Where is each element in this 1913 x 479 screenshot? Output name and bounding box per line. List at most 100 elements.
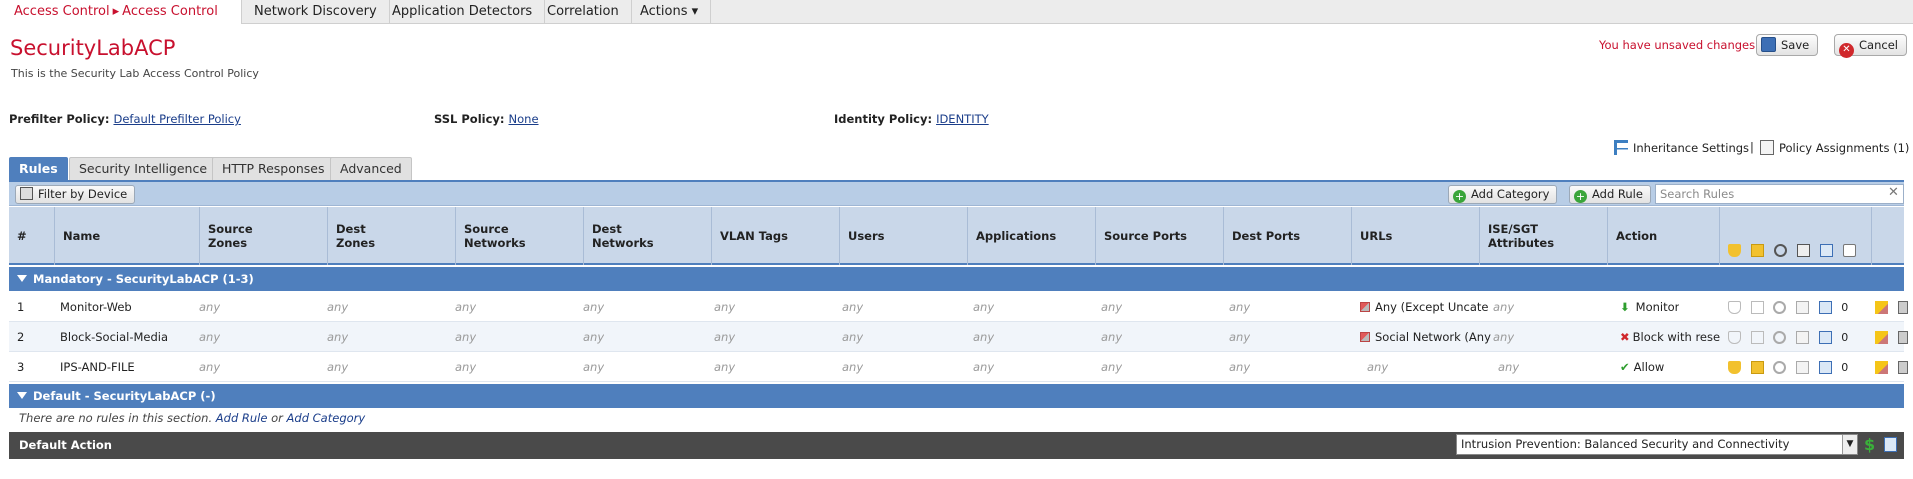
safe-search-icon[interactable] <box>1773 301 1787 314</box>
assignment-icon <box>1760 140 1774 155</box>
col-dest-ports: Dest Ports <box>1224 207 1352 265</box>
tab-http-responses[interactable]: HTTP Responses <box>212 157 335 180</box>
col-users: Users <box>840 207 968 265</box>
ssl-policy-link[interactable]: None <box>509 112 539 126</box>
col-source-zones: Source Zones <box>200 207 328 265</box>
header-option-icons <box>1728 243 1862 257</box>
col-urls: URLs <box>1352 207 1480 265</box>
file-policy-icon[interactable] <box>1750 331 1764 344</box>
variable-set-icon[interactable] <box>1795 361 1809 374</box>
col-vlan-tags: VLAN Tags <box>712 207 840 265</box>
url-category-icon <box>1360 332 1370 342</box>
default-action-select[interactable]: Intrusion Prevention: Balanced Security … <box>1456 434 1858 455</box>
cancel-button[interactable]: ✕ Cancel <box>1834 34 1907 58</box>
tab-network-discovery[interactable]: Network Discovery <box>242 0 390 24</box>
logging-icon[interactable] <box>1818 301 1832 314</box>
inheritance-settings-link[interactable]: Inheritance Settings <box>1614 140 1749 155</box>
policy-assignments-link[interactable]: Policy Assignments (1) <box>1760 140 1909 155</box>
add-category-link[interactable]: Add Category <box>287 411 366 425</box>
unsaved-changes-notice: You have unsaved changes <box>1599 38 1756 52</box>
ssl-policy: SSL Policy: None <box>434 112 539 126</box>
rules-toolbar: Filter by Device + Add Category + Add Rule… <box>9 182 1904 206</box>
chevron-down-icon: ▼ <box>1842 435 1857 454</box>
add-rule-link[interactable]: Add Rule <box>216 411 268 425</box>
col-source-networks: Source Networks <box>456 207 584 265</box>
col-name: Name <box>55 207 200 265</box>
add-category-button[interactable]: + Add Category <box>1448 185 1558 204</box>
collapse-triangle-icon[interactable] <box>17 392 27 399</box>
col-edit <box>1872 207 1904 265</box>
search-rules-input[interactable] <box>1655 184 1904 204</box>
delete-trash-icon[interactable] <box>1897 331 1908 344</box>
variable-set-icon[interactable] <box>1795 301 1809 314</box>
tab-access-control[interactable]: Access Control ▸ Access Control <box>0 0 242 24</box>
variable-set-icon[interactable] <box>1795 331 1809 344</box>
rule-action: Block with reset <box>1632 330 1720 344</box>
table-row[interactable]: 2 Block-Social-Media any any any any any… <box>9 322 1908 352</box>
tab-actions-menu[interactable]: Actions ▾ <box>628 0 712 24</box>
add-icon: + <box>1453 190 1466 203</box>
clear-search-icon[interactable]: ✕ <box>1888 186 1900 199</box>
tab-correlation[interactable]: Correlation <box>535 0 632 24</box>
table-row[interactable]: 1 Monitor-Web any any any any any any an… <box>9 292 1908 322</box>
col-dest-networks: Dest Networks <box>584 207 712 265</box>
rule-name: Monitor-Web <box>60 300 132 314</box>
tab-rules[interactable]: Rules <box>9 157 68 180</box>
edit-pencil-icon[interactable] <box>1875 301 1888 314</box>
policy-description: This is the Security Lab Access Control … <box>11 67 259 80</box>
variable-set-icon <box>1797 244 1811 257</box>
file-policy-icon[interactable] <box>1750 361 1764 374</box>
allow-check-icon: ✔ <box>1620 360 1630 374</box>
tab-security-intelligence[interactable]: Security Intelligence <box>69 157 218 180</box>
rule-action: Monitor <box>1635 300 1680 314</box>
logging-icon <box>1820 244 1834 257</box>
url-category-icon <box>1360 302 1370 312</box>
rule-name: IPS-AND-FILE <box>60 360 135 374</box>
col-ise-sgt: ISE/SGT Attributes <box>1480 207 1608 265</box>
identity-policy-link[interactable]: IDENTITY <box>936 112 989 126</box>
hierarchy-icon <box>1614 140 1628 155</box>
safe-search-icon[interactable] <box>1773 361 1787 374</box>
tab-advanced[interactable]: Advanced <box>330 157 412 180</box>
intrusion-shield-icon[interactable] <box>1728 361 1741 374</box>
logging-icon[interactable] <box>1818 331 1832 344</box>
col-number: # <box>9 207 55 265</box>
logging-icon[interactable] <box>1884 437 1897 452</box>
rule-action: Allow <box>1633 360 1665 374</box>
prefilter-policy-link[interactable]: Default Prefilter Policy <box>113 112 240 126</box>
rules-table-header: # Name Source Zones Dest Zones Source Ne… <box>9 207 1904 265</box>
empty-section-message: There are no rules in this section. Add … <box>19 411 366 425</box>
delete-trash-icon[interactable] <box>1897 361 1908 374</box>
intrusion-shield-icon[interactable] <box>1728 301 1741 314</box>
save-icon <box>1761 37 1776 52</box>
category-mandatory[interactable]: Mandatory - SecurityLabACP (1-3) <box>9 267 1904 291</box>
collapse-triangle-icon[interactable] <box>17 275 27 282</box>
logging-icon[interactable] <box>1818 361 1832 374</box>
comment-count[interactable]: 0 <box>1841 301 1848 314</box>
col-source-ports: Source Ports <box>1096 207 1224 265</box>
add-rule-button[interactable]: + Add Rule <box>1569 185 1651 204</box>
category-default[interactable]: Default - SecurityLabACP (-) <box>9 384 1904 408</box>
table-row[interactable]: 3 IPS-AND-FILE any any any any any any a… <box>9 352 1908 382</box>
file-policy-icon[interactable] <box>1750 301 1764 314</box>
col-rule-options <box>1720 207 1872 265</box>
variable-set-dollar-icon[interactable]: $ <box>1864 435 1875 454</box>
save-button[interactable]: Save <box>1756 34 1819 56</box>
rule-option-icons: 0 <box>1728 360 1848 374</box>
edit-pencil-icon[interactable] <box>1875 331 1888 344</box>
filter-by-device-button[interactable]: Filter by Device <box>15 185 136 204</box>
col-action: Action <box>1608 207 1720 265</box>
comment-icon <box>1843 244 1857 257</box>
comment-count[interactable]: 0 <box>1841 361 1848 374</box>
comment-count[interactable]: 0 <box>1841 331 1848 344</box>
block-x-icon: ✖ <box>1620 330 1630 344</box>
edit-pencil-icon[interactable] <box>1875 361 1888 374</box>
add-icon: + <box>1574 190 1587 203</box>
col-applications: Applications <box>968 207 1096 265</box>
intrusion-shield-icon[interactable] <box>1728 331 1741 344</box>
tab-application-detectors[interactable]: Application Detectors <box>380 0 546 24</box>
delete-trash-icon[interactable] <box>1897 301 1908 314</box>
file-policy-icon <box>1751 244 1765 257</box>
rule-option-icons: 0 <box>1728 300 1848 314</box>
safe-search-icon[interactable] <box>1773 331 1787 344</box>
